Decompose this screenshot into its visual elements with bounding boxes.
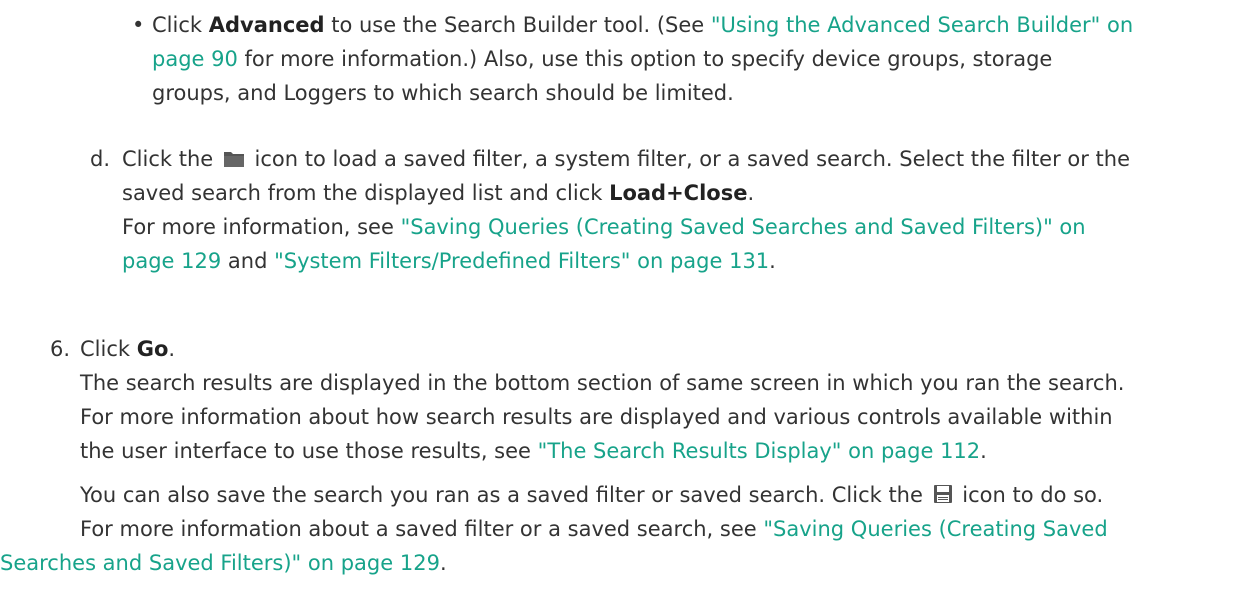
save-icon[interactable]: [933, 480, 953, 514]
step-6-para2-line-2: For more information about a saved filte…: [80, 517, 1108, 541]
go-label: Go: [136, 337, 169, 361]
step-6-line-1: Click Go.: [80, 337, 176, 361]
step-d-line-3: For more information, see "Saving Querie…: [122, 215, 1086, 239]
step-d-marker: d.: [90, 147, 111, 171]
link-saving-queries-2[interactable]: "Saving Queries (Creating Saved: [763, 517, 1107, 541]
step-d-line-4: page 129 and "System Filters/Predefined …: [122, 249, 776, 273]
advanced-line-2: page 90 for more information.) Also, use…: [152, 47, 1053, 71]
step-d: d. Click the icon to load a saved filter…: [0, 142, 1234, 312]
link-search-results-display[interactable]: "The Search Results Display" on page 112: [538, 439, 981, 463]
folder-icon[interactable]: [223, 144, 245, 178]
link-system-filters[interactable]: "System Filters/Predefined Filters" on p…: [274, 249, 769, 273]
link-page-129[interactable]: page 129: [122, 249, 221, 273]
link-advanced-search-builder[interactable]: "Using the Advanced Search Builder" on: [711, 13, 1133, 37]
advanced-line-1: Click Advanced to use the Search Builder…: [152, 13, 1134, 37]
bullet-marker: •: [132, 13, 145, 37]
load-close-label: Load+Close: [609, 181, 748, 205]
step-6-para2-line-3: Searches and Saved Filters)" on page 129…: [0, 551, 447, 575]
step-6-para1-line-3: the user interface to use those results,…: [80, 439, 987, 463]
step-d-line-1: Click the icon to load a saved filter, a…: [122, 142, 1130, 176]
link-page-90[interactable]: page 90: [152, 47, 238, 71]
step-6-para2-line-1: You can also save the search you ran as …: [80, 478, 1124, 512]
link-saving-queries[interactable]: "Saving Queries (Creating Saved Searches…: [401, 215, 1086, 239]
link-saving-queries-2-cont[interactable]: Searches and Saved Filters)" on page 129: [0, 551, 440, 575]
step-6-para1-line-2: For more information about how search re…: [80, 405, 1113, 429]
advanced-label: Advanced: [208, 13, 325, 37]
advanced-bullet-item: • Click Advanced to use the Search Build…: [0, 8, 1234, 110]
step-d-line-2: saved search from the displayed list and…: [122, 181, 755, 205]
step-6-para1-line-1: The search results are displayed in the …: [80, 371, 1125, 395]
step-6: 6. Click Go. The search results are disp…: [0, 332, 1234, 612]
advanced-line-3: groups, and Loggers to which search shou…: [152, 81, 734, 105]
step-6-marker: 6.: [50, 337, 71, 361]
